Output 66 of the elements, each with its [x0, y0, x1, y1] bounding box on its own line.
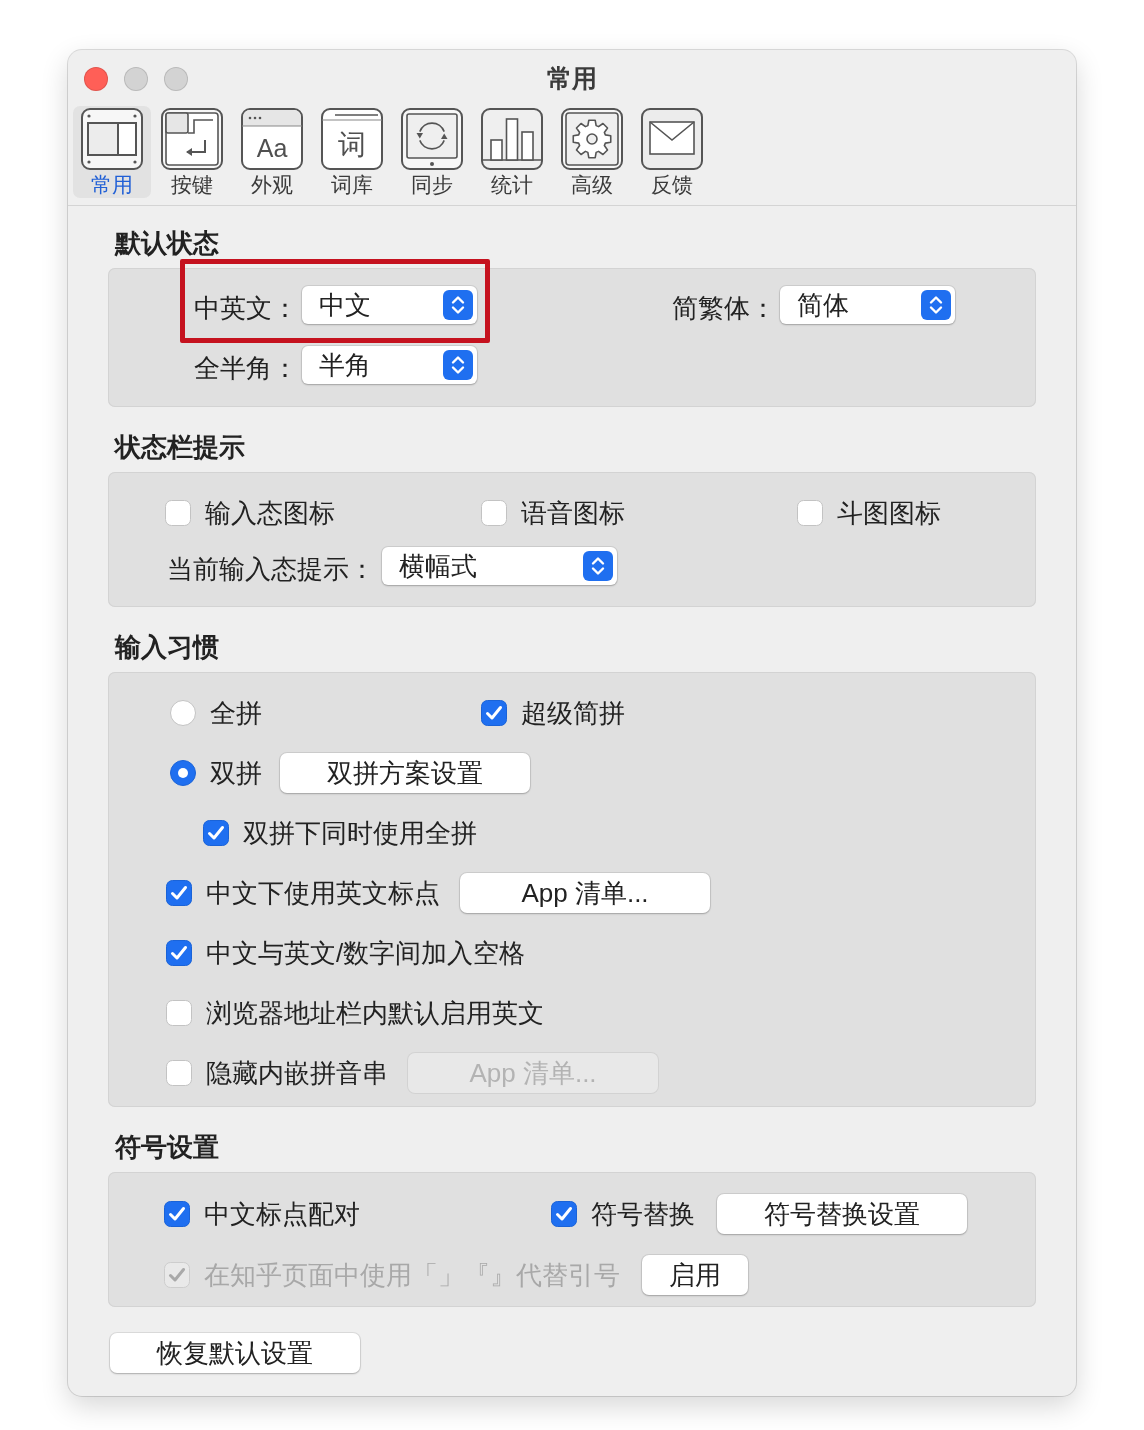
option-label: 超级简拼 [521, 697, 625, 729]
bar-chart-icon [481, 108, 543, 170]
option-label: 隐藏内嵌拼音串 [206, 1057, 388, 1089]
stepper-icon [443, 290, 473, 320]
option-label: 斗图图标 [837, 497, 941, 529]
field-label: 中英文： [193, 291, 298, 324]
checkbox[interactable] [166, 940, 192, 966]
option-label: 双拼下同时使用全拼 [243, 817, 477, 849]
toolbar-tab[interactable]: 同步 [393, 106, 471, 198]
popup-button[interactable]: 简体 [780, 286, 955, 324]
option-label: 中文与英文/数字间加入空格 [206, 937, 526, 969]
radio-button[interactable] [170, 760, 196, 786]
popup-button[interactable]: 半角 [302, 346, 477, 384]
gear-icon [561, 108, 623, 170]
sync-tablet-icon [401, 108, 463, 170]
toolbar-tab[interactable]: 统计 [473, 106, 551, 198]
option-label: 浏览器地址栏内默认启用英文 [206, 997, 544, 1029]
push-button[interactable]: App 清单... [460, 873, 710, 913]
push-button[interactable]: 符号替换设置 [717, 1194, 967, 1234]
stepper-icon [583, 551, 613, 581]
section-heading: 符号设置 [115, 1132, 219, 1162]
option-label: 中文下使用英文标点 [206, 877, 440, 909]
push-button[interactable]: 双拼方案设置 [280, 753, 530, 793]
checkbox[interactable] [481, 700, 507, 726]
option-label: 中文标点配对 [204, 1198, 360, 1230]
envelope-icon [641, 108, 703, 170]
toolbar-tab[interactable]: Aa 外观 [233, 106, 311, 198]
toolbar-tab[interactable]: 按键 [153, 106, 231, 198]
radio-button[interactable] [170, 700, 196, 726]
stepper-icon [921, 290, 951, 320]
close-button[interactable] [84, 67, 108, 91]
section-heading: 状态栏提示 [115, 432, 245, 462]
option-label: 输入态图标 [205, 497, 335, 529]
push-button[interactable]: 启用 [642, 1255, 748, 1295]
checkbox[interactable] [166, 1000, 192, 1026]
window-panes-icon [81, 108, 143, 170]
field-label: 当前输入态提示： [167, 552, 375, 585]
option-label: 全拼 [210, 697, 262, 729]
section-heading: 输入习惯 [115, 632, 219, 662]
checkbox[interactable] [166, 1060, 192, 1086]
checkbox[interactable] [165, 500, 191, 526]
word-page-icon: 词 [321, 108, 383, 170]
checkbox[interactable] [481, 500, 507, 526]
checkbox[interactable] [164, 1201, 190, 1227]
popup-button[interactable]: 横幅式 [382, 547, 617, 585]
option-label: 语音图标 [521, 497, 625, 529]
checkbox[interactable] [797, 500, 823, 526]
option-label: 符号替换 [591, 1198, 695, 1230]
toolbar-tab[interactable]: 高级 [553, 106, 631, 198]
option-label: 双拼 [210, 757, 262, 789]
field-label: 全半角： [193, 351, 298, 384]
popup-button[interactable]: 中文 [302, 286, 477, 324]
checkbox[interactable] [203, 820, 229, 846]
toolbar-tab[interactable]: 词 词库 [313, 106, 391, 198]
window-title: 常用 [547, 63, 597, 93]
toolbar-tab[interactable]: 反馈 [633, 106, 711, 198]
checkbox[interactable] [166, 880, 192, 906]
checkbox[interactable] [551, 1201, 577, 1227]
section-heading: 默认状态 [115, 228, 219, 258]
field-label: 简繁体： [671, 291, 776, 324]
stepper-icon [443, 350, 473, 380]
return-key-icon [161, 108, 223, 170]
reset-defaults-button[interactable]: 恢复默认设置 [110, 1333, 360, 1373]
font-window-icon: Aa [241, 108, 303, 170]
toolbar-tab[interactable]: 常用 [73, 106, 151, 198]
option-label: 在知乎页面中使用「」『』代替引号 [204, 1259, 620, 1291]
